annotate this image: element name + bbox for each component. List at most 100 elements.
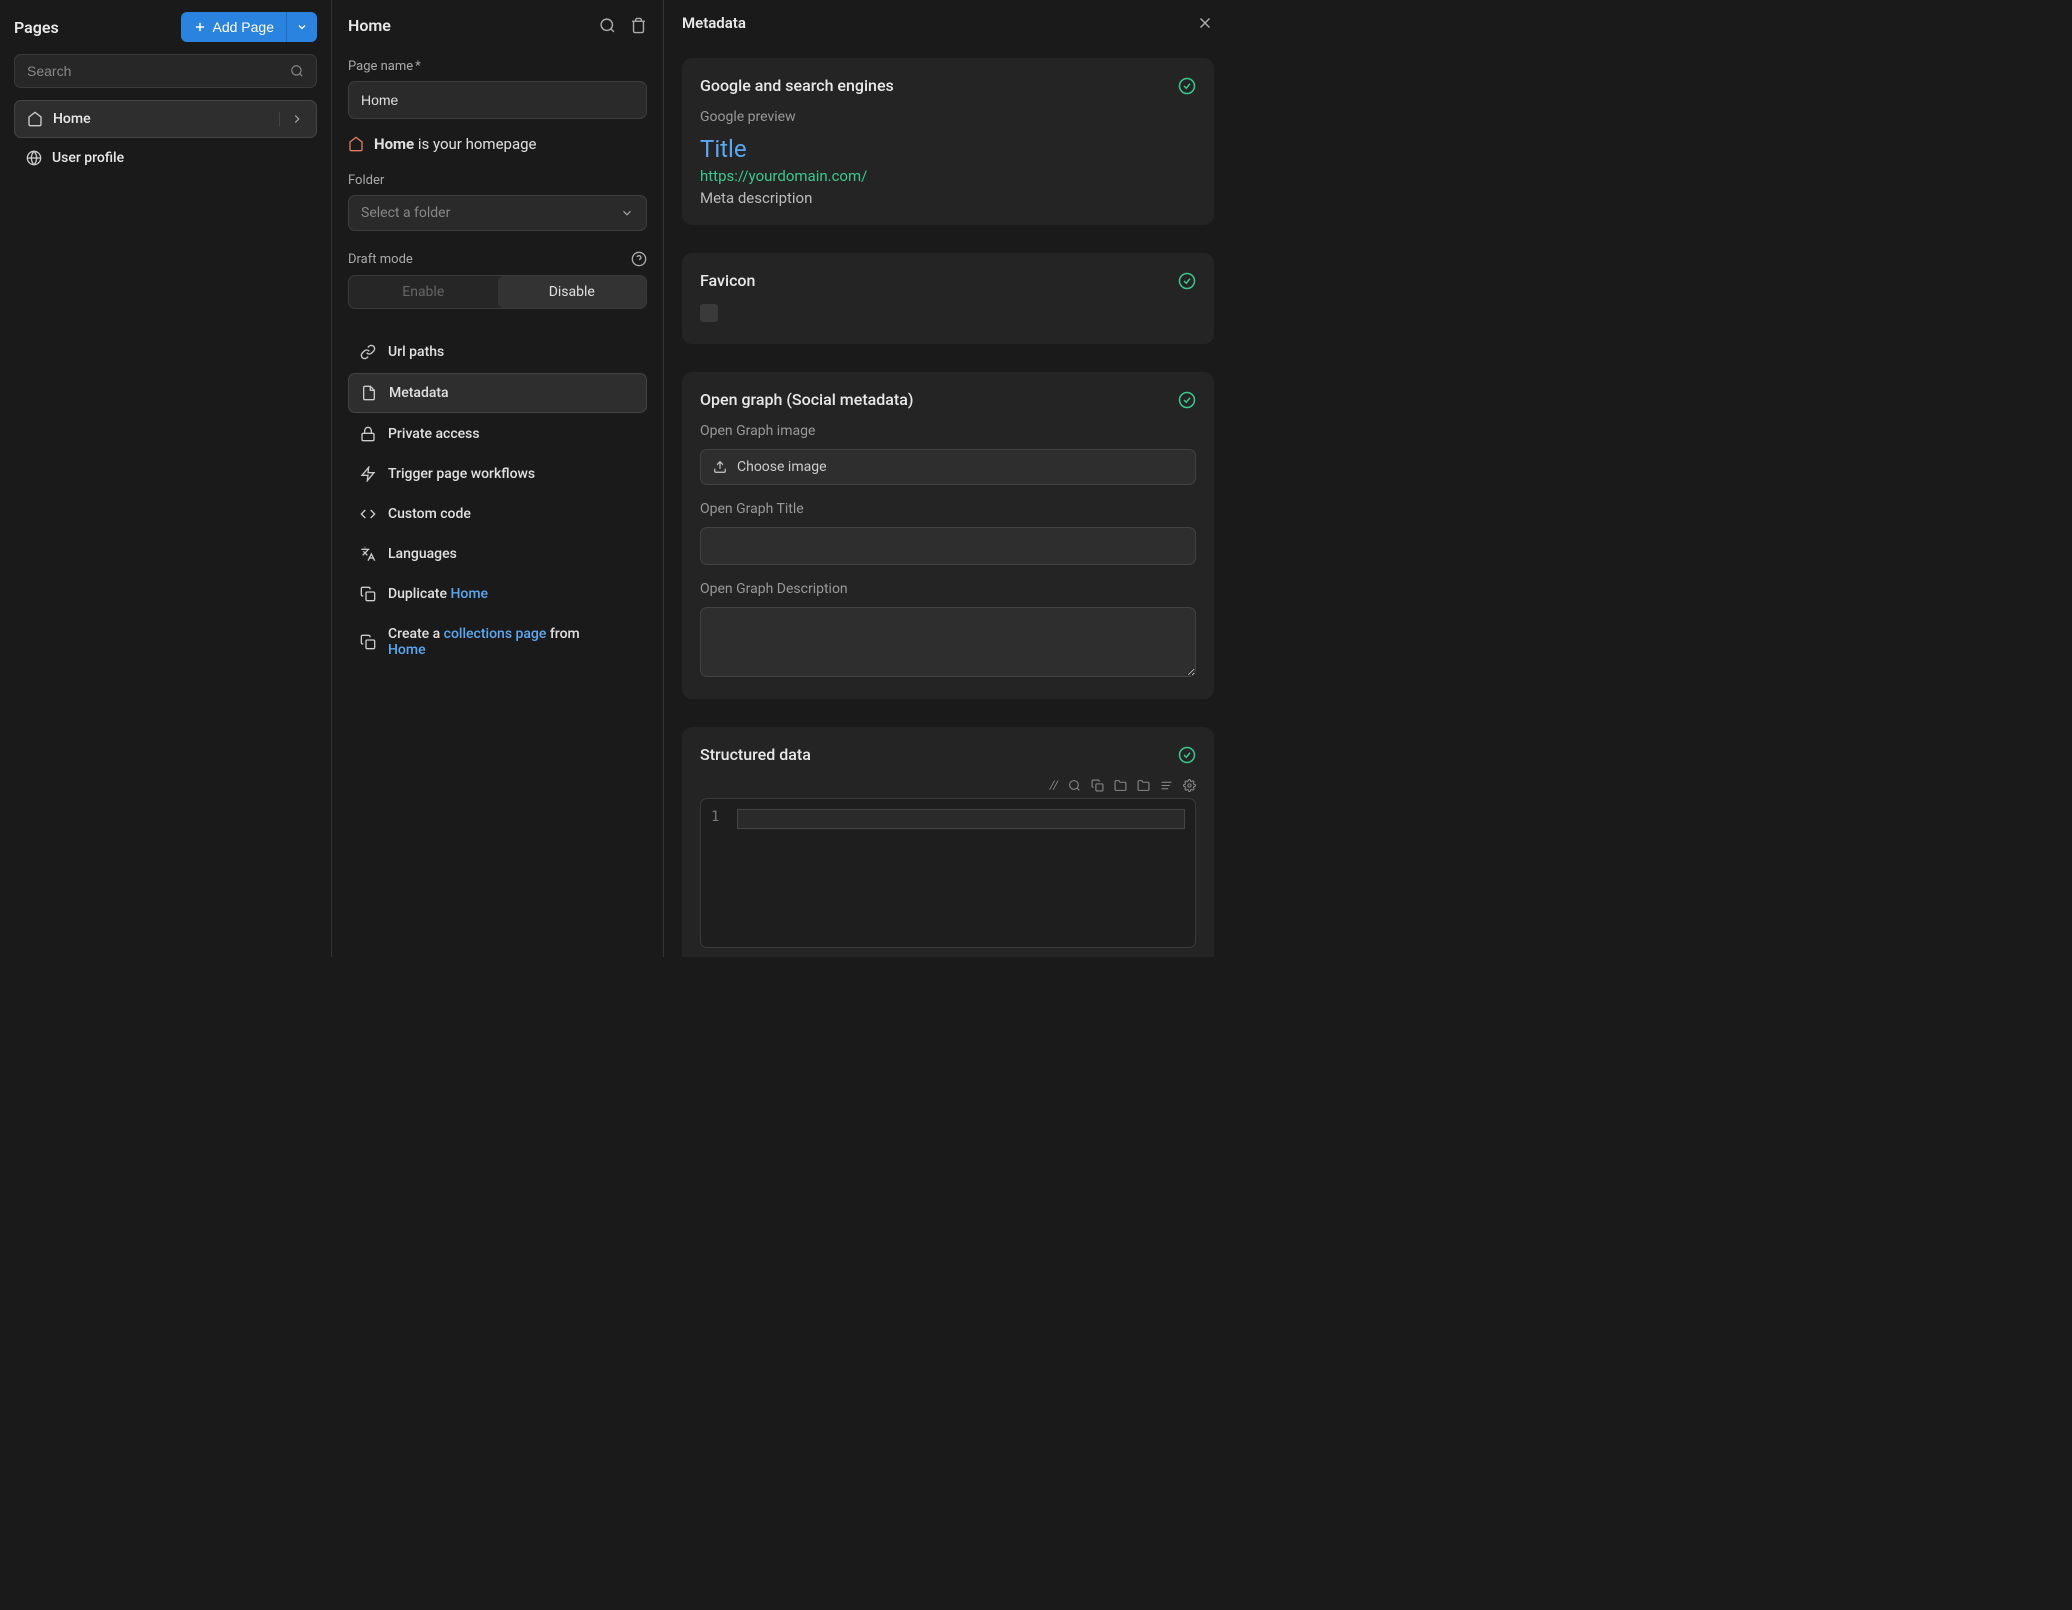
home-icon	[27, 111, 43, 127]
code-icon	[360, 506, 376, 522]
line-number: 1	[711, 809, 737, 937]
nav-metadata[interactable]: Metadata	[348, 373, 647, 413]
right-header: Metadata	[682, 14, 1214, 32]
nav-label: Languages	[388, 546, 635, 562]
google-preview-title: Title	[700, 135, 1196, 163]
nav-languages[interactable]: Languages	[348, 535, 647, 573]
close-icon[interactable]	[1196, 14, 1214, 32]
disable-button[interactable]: Disable	[498, 276, 647, 308]
code-editor[interactable]: 1	[700, 798, 1196, 948]
card-title: Favicon	[700, 271, 755, 290]
draft-mode-row: Draft mode	[348, 251, 647, 267]
page-item-label: Home	[53, 111, 263, 127]
chevron-down-icon	[620, 206, 634, 220]
search-input[interactable]	[27, 63, 290, 79]
copy-icon[interactable]	[1091, 779, 1104, 792]
zap-icon	[360, 466, 376, 482]
card-title: Open graph (Social metadata)	[700, 390, 913, 409]
og-image-label: Open Graph image	[700, 423, 1196, 439]
google-preview-label: Google preview	[700, 109, 1196, 125]
nav-label: Duplicate Home	[388, 586, 635, 602]
page-item-home[interactable]: Home	[14, 100, 317, 138]
file-icon	[361, 385, 377, 401]
folder-label: Folder	[348, 173, 647, 188]
search-icon[interactable]	[1068, 779, 1081, 792]
middle-header: Home	[348, 16, 647, 35]
page-item-user-profile[interactable]: User profile	[14, 140, 317, 176]
search-icon[interactable]	[599, 17, 616, 34]
open-graph-card: Open graph (Social metadata) Open Graph …	[682, 372, 1214, 699]
choose-image-button[interactable]: Choose image	[700, 449, 1196, 485]
trash-icon[interactable]	[630, 17, 647, 34]
folder-select[interactable]: Select a folder	[348, 195, 647, 231]
middle-header-icons	[599, 17, 647, 34]
link-icon	[360, 344, 376, 360]
comment-icon[interactable]: //	[1050, 778, 1058, 792]
card-header: Google and search engines	[700, 76, 1196, 95]
middle-title: Home	[348, 16, 391, 35]
nav-create-collections[interactable]: Create a collections page from Home	[348, 615, 647, 669]
search-icon	[290, 64, 304, 78]
globe-icon	[26, 150, 42, 166]
choose-image-label: Choose image	[737, 459, 827, 475]
copy-icon	[360, 634, 376, 650]
metadata-panel: Metadata Google and search engines Googl…	[664, 0, 1232, 957]
settings-icon[interactable]	[1183, 779, 1196, 792]
upload-icon	[713, 460, 727, 474]
folder-open-icon[interactable]	[1137, 779, 1150, 792]
page-name-input[interactable]	[348, 81, 647, 119]
google-preview-desc: Meta description	[700, 189, 1196, 207]
og-desc-textarea[interactable]	[700, 607, 1196, 677]
plus-icon	[193, 20, 207, 34]
lock-icon	[360, 426, 376, 442]
home-icon	[348, 136, 364, 152]
page-expand[interactable]	[279, 112, 304, 126]
sidebar-title: Pages	[14, 18, 59, 37]
folder-placeholder: Select a folder	[361, 205, 450, 221]
search-box[interactable]	[14, 54, 317, 88]
copy-icon	[360, 586, 376, 602]
nav-label: Url paths	[388, 344, 635, 360]
card-header: Open graph (Social metadata)	[700, 390, 1196, 409]
list-icon[interactable]	[1160, 779, 1173, 792]
google-search-card: Google and search engines Google preview…	[682, 58, 1214, 225]
right-title: Metadata	[682, 14, 746, 32]
google-preview-url: https://yourdomain.com/	[700, 167, 1196, 185]
sidebar-header: Pages Add Page	[14, 12, 317, 42]
card-title: Structured data	[700, 745, 811, 764]
favicon-card: Favicon	[682, 253, 1214, 344]
card-title: Google and search engines	[700, 76, 894, 95]
add-page-button[interactable]: Add Page	[181, 12, 287, 42]
page-settings-panel: Home Page name* Home is your homepage Fo…	[332, 0, 664, 957]
add-page-dropdown-button[interactable]	[286, 12, 317, 42]
enable-button[interactable]: Enable	[349, 276, 498, 308]
nav-custom-code[interactable]: Custom code	[348, 495, 647, 533]
nav-url-paths[interactable]: Url paths	[348, 333, 647, 371]
page-name-label: Page name*	[348, 59, 647, 74]
translate-icon	[360, 546, 376, 562]
code-toolbar: //	[700, 778, 1196, 792]
check-circle-icon	[1178, 746, 1196, 764]
nav-label: Create a collections page from Home	[388, 626, 635, 658]
card-header: Structured data	[700, 745, 1196, 764]
pages-sidebar: Pages Add Page Home	[0, 0, 332, 957]
page-item-label: User profile	[52, 150, 305, 166]
nav-label: Private access	[388, 426, 635, 442]
nav-private-access[interactable]: Private access	[348, 415, 647, 453]
folder-icon[interactable]	[1114, 779, 1127, 792]
code-cursor-line[interactable]	[737, 809, 1185, 829]
og-title-label: Open Graph Title	[700, 501, 1196, 517]
favicon-placeholder[interactable]	[700, 304, 718, 322]
og-title-input[interactable]	[700, 527, 1196, 565]
check-circle-icon	[1178, 77, 1196, 95]
add-page-group: Add Page	[181, 12, 318, 42]
help-icon[interactable]	[631, 251, 647, 267]
check-circle-icon	[1178, 391, 1196, 409]
homepage-note: Home is your homepage	[348, 135, 647, 153]
homepage-note-text: Home is your homepage	[374, 135, 537, 153]
draft-label: Draft mode	[348, 252, 413, 267]
nav-label: Trigger page workflows	[388, 466, 635, 482]
nav-duplicate[interactable]: Duplicate Home	[348, 575, 647, 613]
check-circle-icon	[1178, 272, 1196, 290]
nav-workflows[interactable]: Trigger page workflows	[348, 455, 647, 493]
